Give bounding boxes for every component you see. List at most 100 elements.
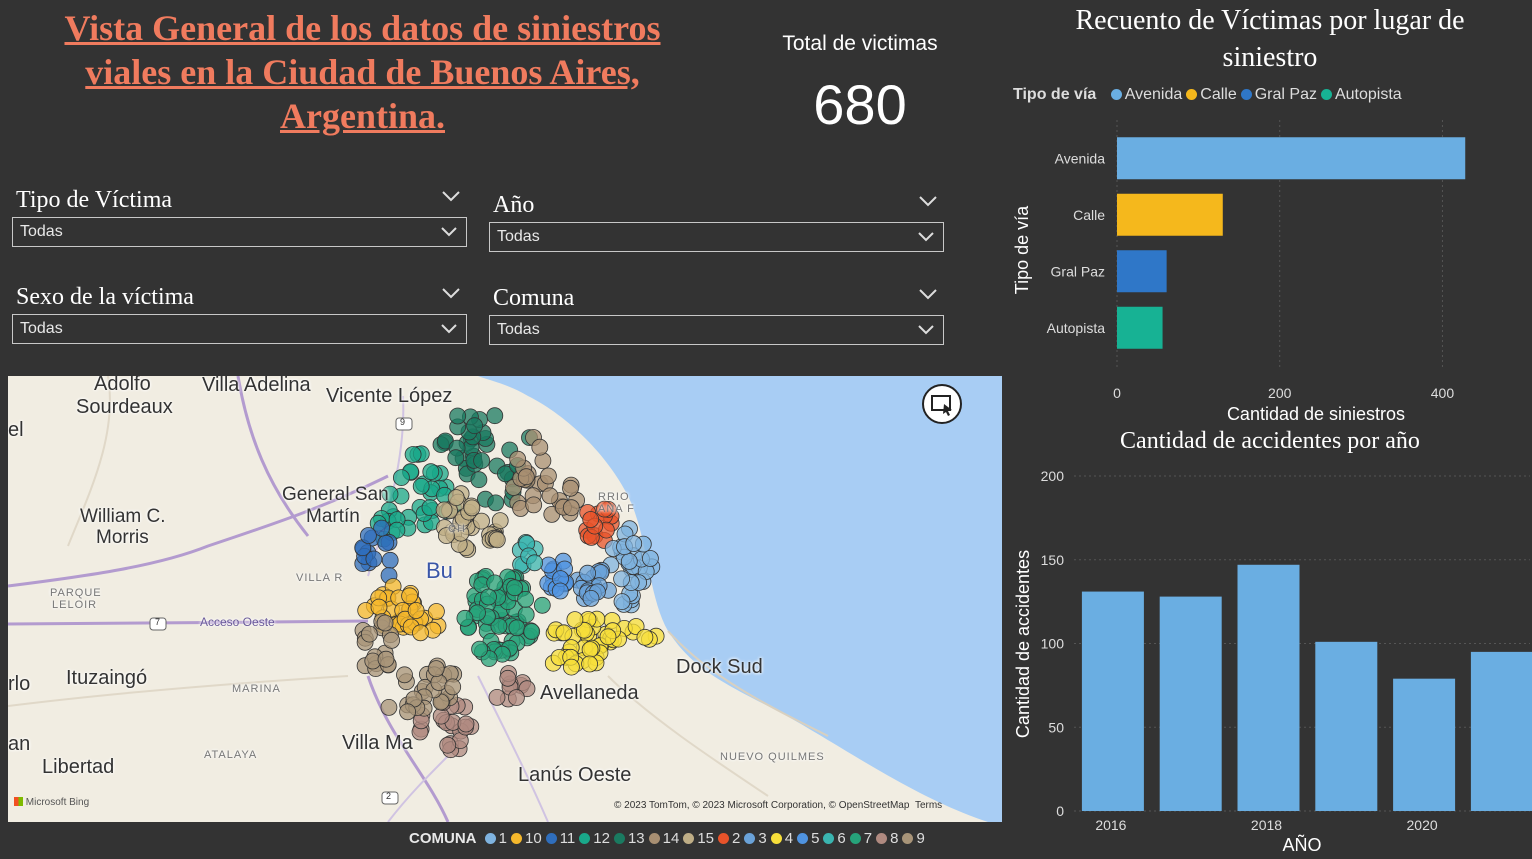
- comuna-point[interactable]: [487, 494, 505, 512]
- comuna-point[interactable]: [642, 550, 659, 567]
- comuna-point[interactable]: [396, 666, 413, 684]
- comuna-point[interactable]: [599, 628, 617, 646]
- tipo-victima-dropdown[interactable]: Todas: [12, 217, 467, 247]
- comuna-point[interactable]: [427, 660, 445, 678]
- comuna-point[interactable]: [562, 499, 580, 517]
- comuna-point[interactable]: [377, 534, 395, 552]
- legend-item[interactable]: 5: [797, 830, 819, 847]
- bar[interactable]: [1159, 596, 1222, 811]
- comuna-point[interactable]: [533, 596, 551, 614]
- chevron-down-icon[interactable]: [441, 183, 461, 209]
- comuna-point[interactable]: [507, 689, 525, 707]
- comuna-point[interactable]: [491, 512, 509, 530]
- comuna-point[interactable]: [509, 450, 527, 468]
- comuna-point[interactable]: [579, 564, 596, 582]
- comuna-point[interactable]: [359, 527, 377, 544]
- chevron-down-icon[interactable]: [918, 188, 938, 214]
- legend-item[interactable]: 2: [718, 830, 740, 847]
- comuna-point[interactable]: [523, 623, 541, 641]
- comuna-point[interactable]: [370, 598, 388, 616]
- comuna-point[interactable]: [541, 487, 559, 505]
- comuna-point[interactable]: [551, 582, 569, 600]
- legend-item[interactable]: 13: [613, 830, 645, 847]
- legend-item[interactable]: 8: [876, 830, 898, 847]
- legend-item[interactable]: 14: [648, 830, 679, 847]
- comuna-point[interactable]: [399, 703, 417, 721]
- bar[interactable]: [1117, 193, 1223, 236]
- comuna-point[interactable]: [421, 499, 439, 517]
- slicer-header[interactable]: Tipo de Víctima: [12, 183, 467, 217]
- comuna-point[interactable]: [562, 479, 579, 497]
- comuna-point[interactable]: [480, 588, 497, 606]
- comuna-point[interactable]: [581, 641, 599, 659]
- comuna-point[interactable]: [439, 736, 457, 754]
- legend-item[interactable]: 3: [744, 830, 767, 847]
- terms-link[interactable]: Terms: [915, 800, 942, 811]
- comuna-point[interactable]: [499, 669, 517, 687]
- comuna-point[interactable]: [463, 499, 481, 517]
- comuna-point[interactable]: [486, 407, 504, 425]
- comuna-point[interactable]: [613, 593, 631, 611]
- comuna-point[interactable]: [508, 619, 526, 637]
- comuna-point[interactable]: [540, 556, 557, 574]
- comuna-point[interactable]: [488, 688, 506, 706]
- slicer-header[interactable]: Comuna: [489, 281, 944, 315]
- bar[interactable]: [1237, 564, 1300, 811]
- comuna-point[interactable]: [531, 438, 549, 456]
- comuna-point[interactable]: [444, 678, 462, 696]
- bar[interactable]: [1081, 591, 1144, 811]
- bar[interactable]: [1117, 250, 1167, 293]
- legend-item[interactable]: 1: [484, 830, 507, 847]
- legend-item[interactable]: 7: [849, 830, 872, 847]
- chevron-down-icon[interactable]: [441, 280, 461, 306]
- comuna-point[interactable]: [456, 609, 474, 627]
- comuna-point[interactable]: [566, 611, 584, 629]
- comuna-point[interactable]: [486, 574, 504, 592]
- comuna-point[interactable]: [488, 531, 506, 549]
- comuna-point[interactable]: [449, 407, 467, 425]
- comuna-point[interactable]: [563, 658, 580, 676]
- slicer-header[interactable]: Sexo de la víctima: [12, 280, 467, 314]
- comuna-point[interactable]: [517, 468, 535, 486]
- legend-item[interactable]: 4: [770, 830, 793, 847]
- comuna-point[interactable]: [381, 551, 399, 569]
- comuna-point[interactable]: [376, 614, 394, 632]
- comuna-point[interactable]: [526, 554, 543, 572]
- comuna-point[interactable]: [620, 552, 638, 570]
- comuna-point[interactable]: [625, 535, 643, 553]
- comuna-point[interactable]: [435, 501, 453, 519]
- comuna-point[interactable]: [392, 469, 410, 486]
- comuna-point[interactable]: [447, 449, 465, 467]
- focus-mode-button[interactable]: [922, 384, 962, 424]
- comuna-point[interactable]: [380, 698, 398, 716]
- slicer-header[interactable]: Año: [489, 188, 944, 222]
- comuna-point[interactable]: [581, 655, 598, 673]
- comuna-point[interactable]: [636, 628, 654, 646]
- comuna-point[interactable]: [401, 587, 419, 605]
- comuna-point[interactable]: [525, 496, 543, 514]
- comuna-point[interactable]: [506, 579, 524, 597]
- sexo-dropdown[interactable]: Todas: [12, 314, 467, 344]
- comuna-point[interactable]: [404, 446, 422, 463]
- anio-dropdown[interactable]: Todas: [489, 222, 944, 252]
- comuna-point[interactable]: [412, 477, 430, 495]
- comuna-point[interactable]: [473, 452, 491, 469]
- legend-item[interactable]: 11: [545, 830, 575, 847]
- comuna-point[interactable]: [447, 489, 465, 506]
- bar[interactable]: [1117, 137, 1466, 180]
- comuna-point[interactable]: [582, 511, 600, 528]
- comuna-point[interactable]: [457, 715, 475, 733]
- bar[interactable]: [1393, 678, 1456, 811]
- bar[interactable]: [1315, 641, 1378, 811]
- comuna-point[interactable]: [383, 631, 401, 649]
- comuna-point[interactable]: [582, 589, 600, 607]
- legend-item[interactable]: 15: [683, 830, 714, 847]
- comuna-point[interactable]: [555, 624, 573, 642]
- legend-item[interactable]: 12: [579, 830, 610, 847]
- legend-item[interactable]: 6: [823, 830, 846, 847]
- comuna-point[interactable]: [407, 602, 425, 619]
- comuna-point[interactable]: [471, 640, 489, 658]
- comuna-point[interactable]: [427, 603, 445, 620]
- comuna-point[interactable]: [613, 570, 630, 588]
- comuna-point[interactable]: [422, 463, 440, 481]
